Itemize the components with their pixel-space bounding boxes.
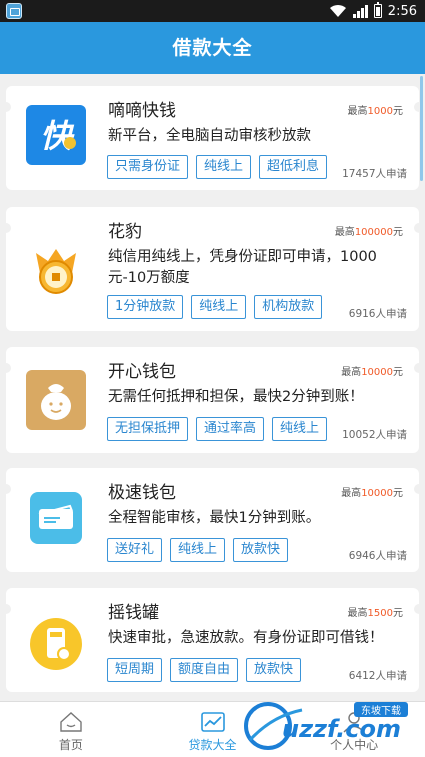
feature-tag: 机构放款 <box>254 295 323 319</box>
watermark-text: uzzf.com <box>282 715 401 743</box>
max-amount: 最高10000元 <box>341 367 403 378</box>
max-amount: 最高1000元 <box>347 106 403 117</box>
lender-name: 极速钱包 <box>108 483 176 503</box>
loan-card[interactable]: 开心钱包 最高10000元 无需任何抵押和担保，最快2分钟到账！ 无担保抵押 通… <box>1 347 424 453</box>
feature-tag: 纯线上 <box>170 538 226 562</box>
scrollbar[interactable] <box>420 76 423 181</box>
uzzf-watermark-logo: uzzf.com 东坡下载 <box>244 702 408 750</box>
wifi-icon <box>329 4 346 17</box>
feature-tag: 送好礼 <box>107 538 163 562</box>
feature-tag: 纯线上 <box>196 155 252 179</box>
max-amount: 最高10000元 <box>341 488 403 499</box>
feature-tag: 额度自由 <box>170 658 239 682</box>
loan-card[interactable]: 快 嘀嘀快钱 最高1000元 新平台，全电脑自动审核秒放款 只需身份证 纯线上 … <box>1 86 424 190</box>
feature-tag: 只需身份证 <box>107 155 189 179</box>
feature-tag: 短周期 <box>107 658 163 682</box>
loan-card[interactable]: 摇钱罐 最高1500元 快速审批，急速放款。有身份证即可借钱！ 短周期 额度自由… <box>1 588 424 692</box>
jar-icon <box>26 614 86 674</box>
nav-home-label: 首页 <box>58 738 83 752</box>
nav-home[interactable]: 首页 <box>0 702 142 757</box>
feature-tag: 纯线上 <box>191 295 247 319</box>
kuai-logo-char: 快 <box>40 117 75 155</box>
battery-icon <box>373 2 382 18</box>
loan-list[interactable]: 快 嘀嘀快钱 最高1000元 新平台，全电脑自动审核秒放款 只需身份证 纯线上 … <box>0 74 425 699</box>
lender-description: 新平台，全电脑自动审核秒放款 <box>108 128 311 144</box>
lender-name: 开心钱包 <box>108 362 176 382</box>
applicant-count: 6946人申请 <box>348 550 407 562</box>
money-bag-icon <box>26 370 86 430</box>
applicant-count: 10052人申请 <box>342 429 407 441</box>
lender-description: 纯信用纯线上，凭身份证即可申请，1000元-10万额度 <box>108 249 377 286</box>
feature-tag: 无担保抵押 <box>107 417 189 441</box>
nav-loans-label: 贷款大全 <box>188 738 237 752</box>
feature-tag: 纯线上 <box>272 417 328 441</box>
applicant-count: 6916人申请 <box>348 308 407 320</box>
feature-tag: 1分钟放款 <box>107 295 184 319</box>
leopard-coin-icon <box>26 239 86 299</box>
max-amount: 最高1500元 <box>347 608 403 619</box>
clock: 2:56 <box>387 3 417 19</box>
feature-tag: 通过率高 <box>196 417 265 441</box>
signal-icon <box>352 4 368 18</box>
home-icon <box>60 712 82 732</box>
lender-name: 嘀嘀快钱 <box>108 101 176 121</box>
watermark-subtext: 东坡下载 <box>361 704 401 717</box>
lender-description: 快速审批，急速放款。有身份证即可借钱！ <box>108 630 384 646</box>
max-amount: 最高100000元 <box>334 227 403 238</box>
kuai-icon: 快 <box>26 105 86 165</box>
lender-description: 全程智能审核，最快1分钟到账。 <box>108 510 321 526</box>
feature-tag: 放款快 <box>246 658 302 682</box>
feature-tag: 放款快 <box>233 538 289 562</box>
feature-tag: 超低利息 <box>259 155 328 179</box>
applicant-count: 6412人申请 <box>348 670 407 682</box>
wallet-icon <box>30 492 82 544</box>
loan-card[interactable]: 花豹 最高100000元 纯信用纯线上，凭身份证即可申请，1000元-10万额度… <box>1 207 424 331</box>
gallery-notification-icon <box>6 3 22 19</box>
applicant-count: 17457人申请 <box>342 168 407 180</box>
lender-name: 摇钱罐 <box>108 603 159 623</box>
lender-description: 无需任何抵押和担保，最快2分钟到账！ <box>108 389 364 405</box>
lender-name: 花豹 <box>108 222 142 242</box>
chart-icon <box>200 712 225 732</box>
status-bar: 2:56 <box>0 0 425 22</box>
loan-card[interactable]: 极速钱包 最高10000元 全程智能审核，最快1分钟到账。 送好礼 纯线上 放款… <box>1 468 424 572</box>
page-title: 借款大全 <box>0 22 425 74</box>
